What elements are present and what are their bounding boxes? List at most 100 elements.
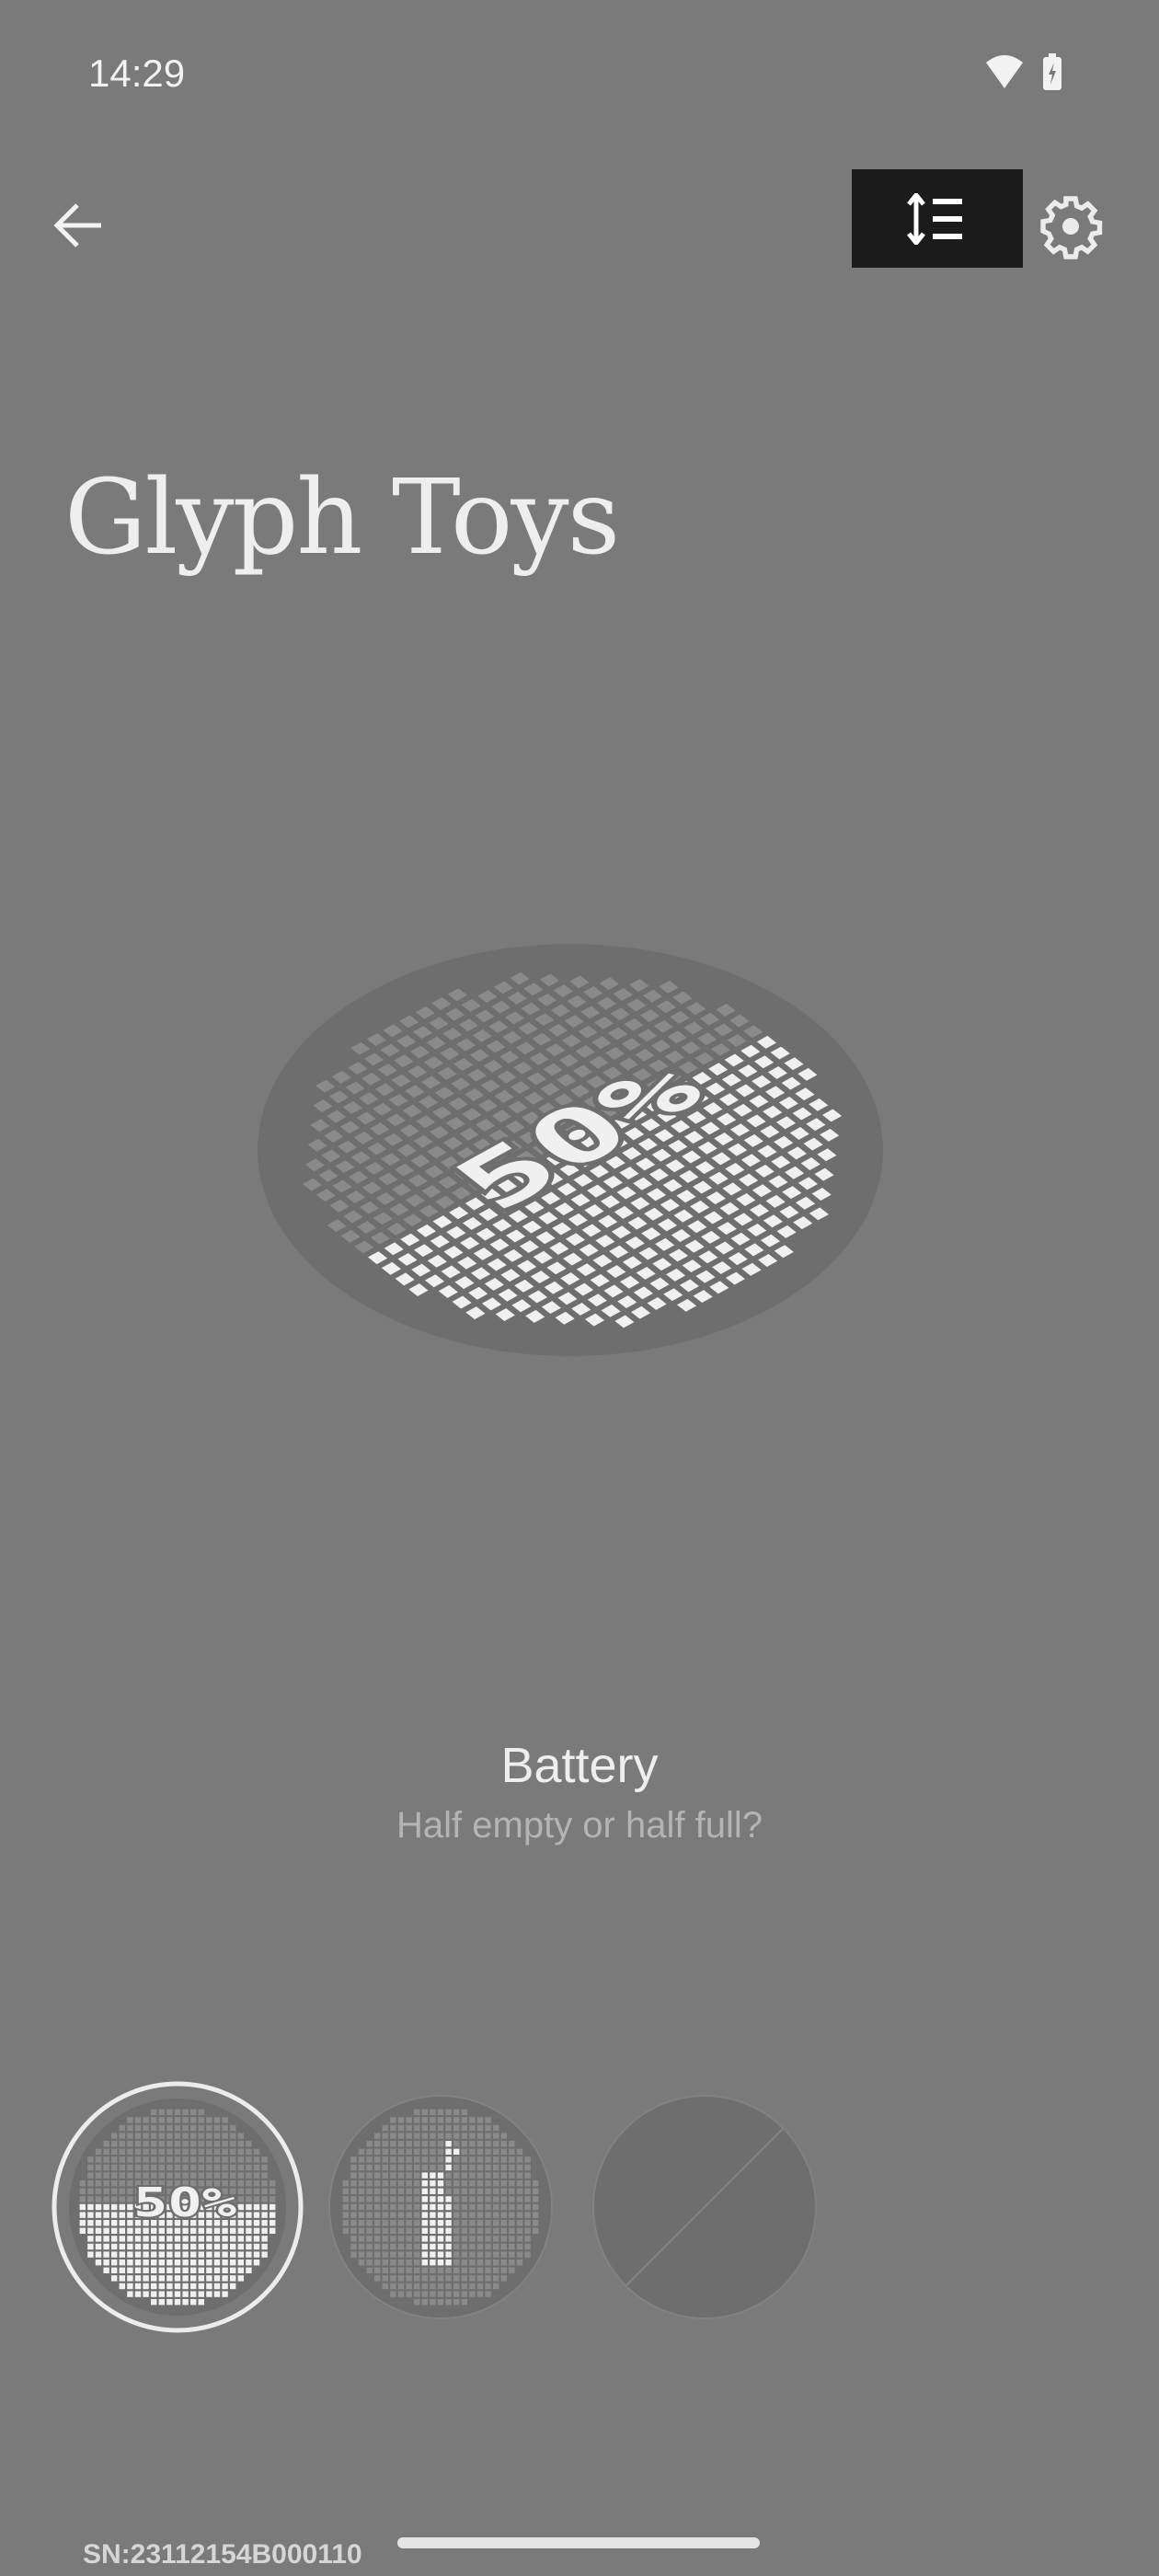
glyph-led-off	[382, 2156, 388, 2163]
glyph-led-off	[476, 2291, 484, 2297]
glyph-led-off	[190, 2141, 197, 2147]
glyph-led-off	[166, 2109, 173, 2115]
glyph-led-off	[469, 2148, 476, 2155]
glyph-led-off	[213, 2164, 221, 2171]
glyph-led-off	[390, 2275, 396, 2282]
toy-thumb-none[interactable]	[579, 2081, 831, 2333]
glyph-led-off	[500, 2148, 507, 2155]
glyph-led-off	[516, 2148, 523, 2155]
glyph-led-off	[127, 2141, 133, 2147]
glyph-led-off	[406, 2172, 412, 2179]
glyph-led-on	[103, 2212, 109, 2218]
glyph-led-off	[358, 2260, 365, 2266]
glyph-led-off	[493, 2251, 499, 2258]
glyph-led-off	[453, 2283, 460, 2290]
glyph-led-off	[406, 2227, 412, 2234]
reorder-list-icon	[907, 192, 962, 245]
glyph-led-on	[230, 2243, 236, 2250]
glyph-led-off	[366, 2236, 373, 2242]
glyph-led-on	[190, 2291, 197, 2297]
glyph-led-off	[390, 2251, 396, 2258]
glyph-led-off	[493, 2267, 499, 2273]
glyph-led-on	[143, 2260, 149, 2266]
glyph-led-on	[182, 2299, 189, 2306]
glyph-led-on	[87, 2212, 94, 2218]
glyph-led-off	[350, 2156, 357, 2163]
glyph-led-on	[206, 2227, 212, 2234]
glyph-led-off	[485, 2227, 491, 2234]
glyph-led-on	[182, 2267, 189, 2273]
glyph-led-off	[222, 2133, 228, 2139]
glyph-led-off	[485, 2133, 491, 2139]
glyph-led-off	[358, 2148, 365, 2155]
glyph-led-off	[509, 2164, 515, 2171]
glyph-led-on	[246, 2260, 252, 2266]
toy-thumb-sand-timer[interactable]	[315, 2081, 567, 2333]
glyph-led-on	[119, 2227, 125, 2234]
glyph-led-off	[493, 2236, 499, 2242]
glyph-led-on	[230, 2227, 236, 2234]
glyph-led-on	[79, 2203, 86, 2211]
glyph-led-off	[516, 2196, 523, 2202]
glyph-led-off	[461, 2188, 467, 2194]
glyph-led-on	[166, 2291, 173, 2297]
glyph-led-off	[182, 2117, 189, 2123]
glyph-led-off	[246, 2188, 252, 2194]
glyph-led-off	[406, 2141, 412, 2147]
glyph-led-off	[103, 2172, 109, 2179]
glyph-led-on	[445, 2227, 452, 2234]
reorder-toys-button[interactable]	[852, 169, 1023, 268]
glyph-led-off	[485, 2172, 491, 2179]
glyph-led-off	[111, 2172, 118, 2179]
glyph-led-on	[111, 2236, 118, 2242]
glyph-led-off	[516, 2227, 523, 2234]
glyph-led-off	[437, 2117, 444, 2123]
glyph-led-on	[119, 2275, 125, 2282]
glyph-led-on	[253, 2212, 260, 2218]
settings-button[interactable]	[1038, 193, 1104, 259]
glyph-led-on	[174, 2227, 181, 2234]
glyph-led-off	[533, 2212, 539, 2218]
glyph-led-on	[222, 2291, 228, 2297]
glyph-led-off	[453, 2196, 460, 2202]
glyph-led-off	[476, 2117, 484, 2123]
glyph-led-on	[421, 2188, 428, 2194]
glyph-led-on	[198, 2283, 204, 2290]
glyph-led-off	[445, 2172, 452, 2179]
glyph-led-off	[366, 2203, 373, 2211]
glyph-led-off	[261, 2164, 268, 2171]
glyph-led-off	[87, 2164, 94, 2171]
glyph-led-off	[87, 2188, 94, 2194]
glyph-led-off	[430, 2291, 436, 2297]
glyph-led-on	[95, 2212, 102, 2218]
toy-name: Battery	[500, 1738, 659, 1793]
glyph-led-off	[198, 2109, 204, 2115]
glyph-led-on	[213, 2267, 221, 2273]
glyph-led-on	[119, 2236, 125, 2242]
glyph-led-off	[190, 2117, 197, 2123]
glyph-led-on	[151, 2275, 157, 2282]
glyph-led-on	[190, 2227, 197, 2234]
glyph-led-off	[127, 2164, 133, 2171]
glyph-led-off	[500, 2260, 507, 2266]
glyph-led-off	[95, 2188, 102, 2194]
glyph-led-off	[366, 2141, 373, 2147]
glyph-led-off	[406, 2203, 412, 2211]
glyph-led-on	[198, 2243, 204, 2250]
glyph-led-off	[382, 2164, 388, 2171]
glyph-led-on	[253, 2220, 260, 2226]
glyph-led-on	[134, 2227, 142, 2234]
glyph-led-off	[374, 2212, 381, 2218]
toy-thumb-battery[interactable]: 50%	[52, 2081, 304, 2333]
glyph-led-off	[500, 2196, 507, 2202]
glyph-led-off	[461, 2196, 467, 2202]
home-indicator[interactable]	[397, 2537, 760, 2548]
glyph-led-off	[143, 2117, 149, 2123]
glyph-led-off	[500, 2267, 507, 2273]
glyph-led-off	[374, 2236, 381, 2242]
glyph-led-off	[445, 2188, 452, 2194]
glyph-led-off	[414, 2251, 420, 2258]
glyph-led-off	[374, 2196, 381, 2202]
back-button[interactable]	[48, 193, 112, 258]
glyph-led-off	[414, 2133, 420, 2139]
